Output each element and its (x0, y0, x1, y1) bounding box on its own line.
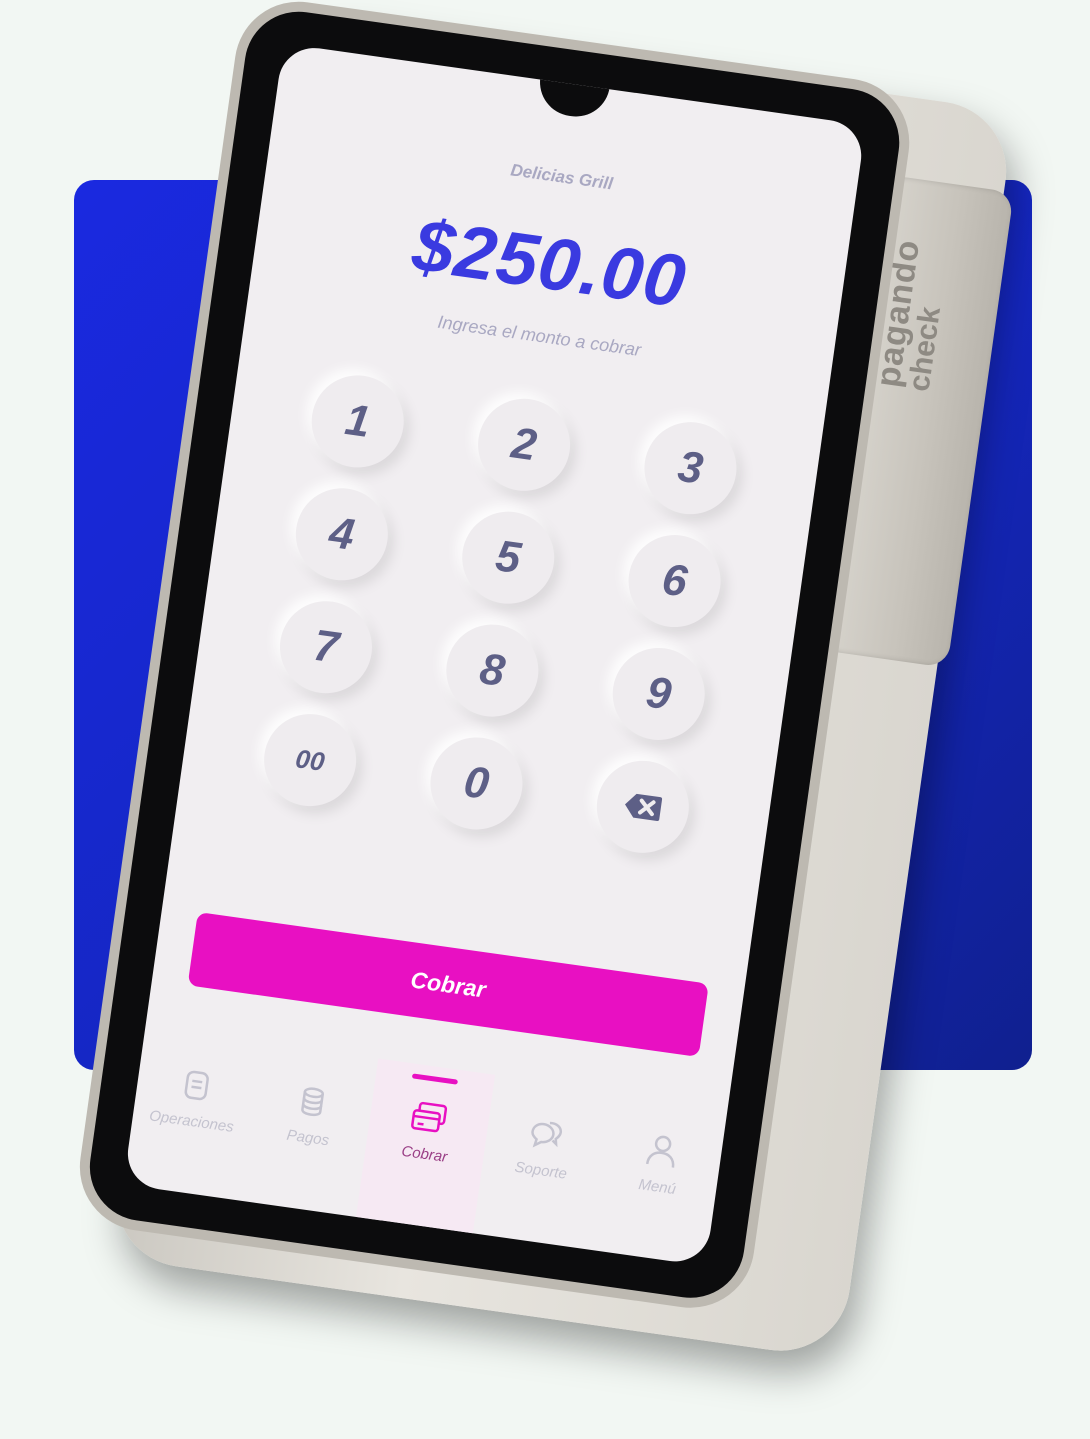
operations-icon (176, 1063, 217, 1108)
tab-operaciones[interactable]: Operaciones (123, 1026, 262, 1201)
key-8[interactable]: 8 (440, 618, 545, 723)
key-5[interactable]: 5 (456, 505, 561, 610)
backspace-icon (621, 790, 665, 823)
tab-soporte[interactable]: Soporte (473, 1075, 612, 1250)
tab-label: Pagos (285, 1126, 331, 1150)
chat-icon (525, 1112, 566, 1157)
key-4[interactable]: 4 (289, 482, 394, 587)
stage: pagando check Delicias Grill $250.00 Ing… (0, 0, 1090, 1439)
charge-button[interactable]: Cobrar (187, 911, 709, 1058)
key-9[interactable]: 9 (606, 641, 711, 746)
bottom-tabbar: Operaciones Pagos Cobrar Soporte Menú (123, 1026, 728, 1266)
tab-label: Soporte (513, 1158, 568, 1183)
tab-cobrar[interactable]: Cobrar (356, 1058, 495, 1234)
key-3[interactable]: 3 (638, 416, 743, 521)
tab-pagos[interactable]: Pagos (240, 1042, 379, 1217)
active-tab-indicator (411, 1073, 459, 1085)
tab-label: Cobrar (400, 1142, 449, 1166)
key-2[interactable]: 2 (472, 392, 577, 497)
key-00[interactable]: 00 (258, 708, 363, 813)
screen: Delicias Grill $250.00 Ingresa el monto … (123, 43, 866, 1267)
cards-icon (407, 1096, 452, 1141)
key-7[interactable]: 7 (274, 595, 378, 700)
key-1[interactable]: 1 (305, 369, 410, 474)
coins-icon (292, 1079, 333, 1124)
key-6[interactable]: 6 (622, 529, 727, 634)
tab-label: Operaciones (148, 1107, 235, 1136)
user-icon (642, 1129, 683, 1174)
tab-label: Menú (637, 1176, 678, 1199)
tab-menu[interactable]: Menú (589, 1091, 728, 1266)
camera-notch (535, 77, 610, 121)
backspace-key[interactable] (590, 754, 695, 859)
key-0[interactable]: 0 (424, 731, 529, 836)
keypad: 1 2 3 4 5 6 7 8 9 00 0 (221, 364, 780, 864)
